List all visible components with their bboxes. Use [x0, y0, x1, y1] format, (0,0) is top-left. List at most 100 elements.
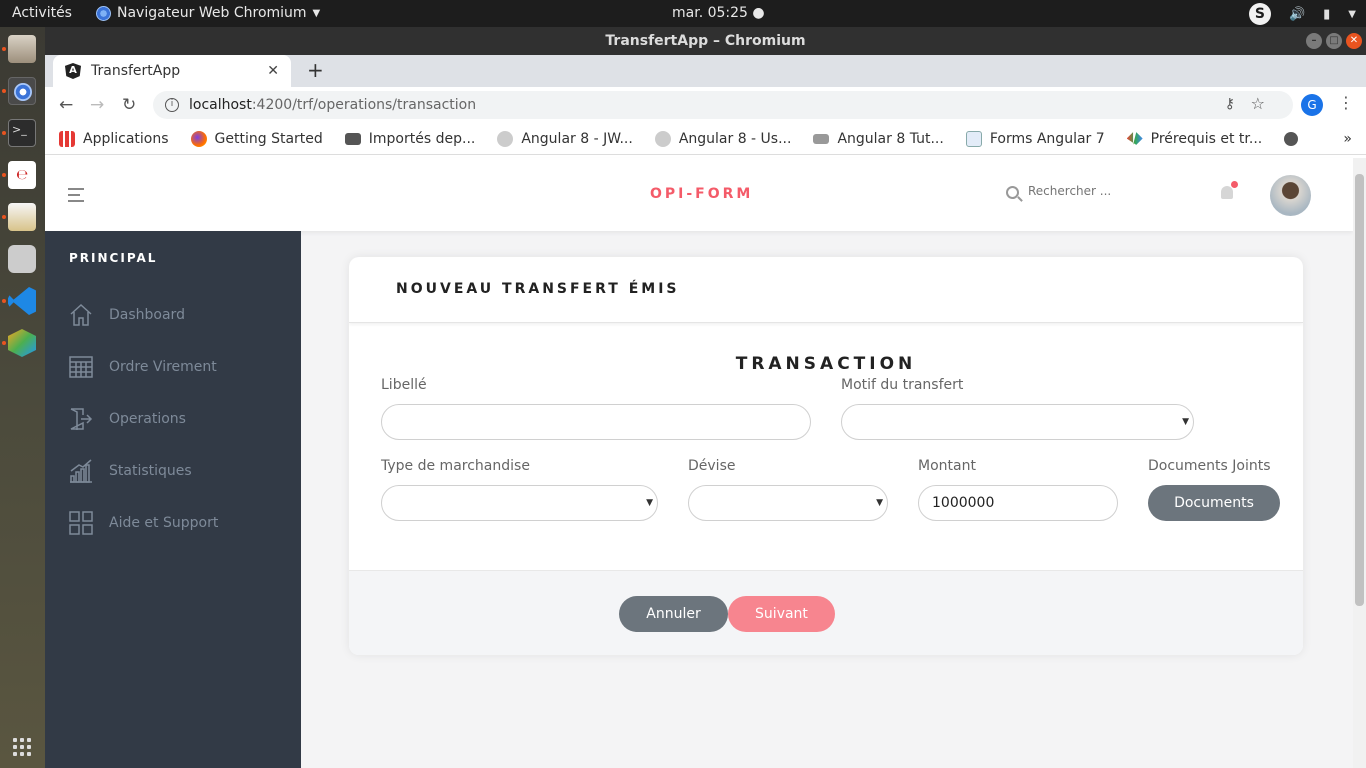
vscode-icon[interactable]: [8, 287, 36, 315]
terminal-icon[interactable]: >_: [8, 119, 36, 147]
running-indicator: [2, 173, 6, 177]
motif-select[interactable]: ▼: [841, 404, 1194, 440]
reload-icon[interactable]: ↻: [122, 95, 136, 115]
minimize-icon[interactable]: –: [1306, 33, 1322, 49]
activities-button[interactable]: Activités: [12, 5, 72, 21]
libelle-input[interactable]: [381, 404, 811, 440]
close-tab-icon[interactable]: ✕: [267, 63, 279, 79]
search-input[interactable]: [1028, 184, 1178, 198]
maximize-icon[interactable]: □: [1326, 33, 1342, 49]
angular-icon: A: [65, 63, 81, 79]
bookmark-label: Angular 8 - Us...: [678, 130, 792, 147]
globe-icon: [1284, 131, 1299, 146]
profile-avatar[interactable]: G: [1301, 94, 1323, 116]
sidebar-item-label: Operations: [109, 411, 186, 427]
bookmark-item[interactable]: Importés dep...: [344, 130, 476, 147]
back-icon[interactable]: ←: [59, 95, 73, 115]
bookmark-item[interactable]: Getting Started: [190, 130, 323, 147]
folder-icon: [344, 132, 361, 145]
bookmark-label: Getting Started: [214, 130, 323, 147]
page-scrollbar[interactable]: [1353, 158, 1366, 768]
bookmark-label: Forms Angular 7: [989, 130, 1105, 147]
tab-strip: A TransfertApp ✕ +: [45, 55, 1366, 87]
running-indicator: [2, 47, 6, 51]
bookmark-item[interactable]: Angular 8 - JW...: [497, 130, 633, 147]
sidebar-item-aide-support[interactable]: Aide et Support: [69, 511, 218, 535]
new-tab-icon[interactable]: +: [307, 58, 324, 82]
bookmark-label: Angular 8 - JW...: [521, 130, 633, 147]
sidebar-item-label: Dashboard: [109, 307, 185, 323]
text-editor-icon[interactable]: [8, 203, 36, 231]
clock[interactable]: mar. 05:25 ●: [672, 5, 765, 21]
app-menu-label: Navigateur Web Chromium: [117, 5, 307, 21]
url-path: :4200/trf/operations/transaction: [251, 97, 477, 113]
camera-icon[interactable]: [8, 245, 36, 273]
editor-icon[interactable]: ℮: [8, 161, 36, 189]
next-button[interactable]: Suivant: [728, 596, 835, 632]
user-avatar[interactable]: [1270, 175, 1311, 216]
bell-icon[interactable]: [1221, 186, 1233, 199]
bookmark-item[interactable]: Prérequis et tr...: [1126, 131, 1262, 147]
running-indicator: [2, 131, 6, 135]
clock-label: mar. 05:25: [672, 5, 748, 21]
files-icon[interactable]: [8, 35, 36, 63]
forward-icon[interactable]: →: [90, 95, 104, 115]
volume-icon[interactable]: 🔊: [1289, 7, 1305, 22]
url-host: localhost: [189, 97, 252, 113]
app-viewport: OPI-FORM PRINCIPAL Dashboard Ordre Virem…: [45, 158, 1366, 768]
sidebar-item-ordre-virement[interactable]: Ordre Virement: [69, 355, 217, 379]
documents-label: Documents Joints: [1148, 458, 1271, 474]
motif-label: Motif du transfert: [841, 377, 964, 393]
bookmark-item[interactable]: Forms Angular 7: [965, 130, 1105, 147]
show-applications-icon[interactable]: [13, 738, 31, 756]
window-controls: – □ ✕: [1306, 33, 1362, 49]
documents-button[interactable]: Documents: [1148, 485, 1280, 521]
bookmark-label: Importés dep...: [368, 130, 476, 147]
card-footer: Annuler Suivant: [349, 570, 1303, 655]
home-icon: [70, 303, 92, 326]
scrollbar-thumb[interactable]: [1355, 174, 1364, 606]
bookmarks-bar: Applications Getting Started Importés de…: [45, 123, 1366, 155]
apps-grid-icon: [59, 130, 75, 147]
sidebar-section-title: PRINCIPAL: [69, 251, 158, 265]
avatar-icon: [497, 130, 514, 147]
box-app-icon[interactable]: [8, 329, 36, 357]
address-bar[interactable]: i localhost:4200/trf/operations/transact…: [153, 91, 1293, 119]
firefox-icon: [190, 130, 207, 147]
sidebar-item-dashboard[interactable]: Dashboard: [69, 303, 185, 327]
bookmark-item[interactable]: [1284, 131, 1306, 146]
brand-logo[interactable]: OPI-FORM: [650, 186, 753, 202]
app-menu[interactable]: Navigateur Web Chromium ▼: [96, 5, 320, 21]
menu-kebab-icon[interactable]: ⋮: [1338, 93, 1354, 112]
doc-icon: [965, 130, 982, 147]
menu-toggle-icon[interactable]: [68, 188, 84, 206]
window-titlebar[interactable]: TransfertApp – Chromium – □ ✕: [45, 27, 1366, 55]
skype-icon[interactable]: S: [1248, 3, 1271, 25]
info-icon[interactable]: i: [165, 98, 179, 112]
montant-label: Montant: [918, 458, 976, 474]
system-tray: S 🔊 ▮ ▼: [1248, 3, 1356, 25]
sidebar-item-label: Aide et Support: [109, 515, 219, 531]
section-title: TRANSACTION: [735, 354, 917, 374]
caret-down-icon[interactable]: ▼: [1348, 9, 1356, 20]
search-icon: [1006, 186, 1019, 199]
type-marchandise-select[interactable]: ▼: [381, 485, 658, 521]
sidebar-item-statistiques[interactable]: Statistiques: [69, 459, 192, 483]
bookmark-item[interactable]: Angular 8 - Us...: [654, 130, 792, 147]
devise-select[interactable]: ▼: [688, 485, 888, 521]
battery-icon[interactable]: ▮: [1323, 7, 1330, 22]
bookmark-item[interactable]: Angular 8 Tut...: [813, 131, 944, 147]
card-title: NOUVEAU TRANSFERT ÉMIS: [396, 281, 680, 297]
close-window-icon[interactable]: ✕: [1346, 33, 1362, 49]
key-icon[interactable]: ⚷: [1225, 96, 1235, 112]
notification-badge: [1231, 181, 1238, 188]
bookmark-item[interactable]: Applications: [59, 130, 169, 147]
bookmarks-overflow-icon[interactable]: »: [1343, 131, 1352, 147]
montant-input[interactable]: 1000000: [918, 485, 1118, 521]
chromium-icon[interactable]: [8, 77, 36, 105]
sidebar-item-operations[interactable]: Operations: [69, 407, 186, 431]
sidebar-item-label: Statistiques: [109, 463, 192, 479]
browser-tab[interactable]: A TransfertApp ✕: [53, 55, 291, 87]
bookmark-star-icon[interactable]: ☆: [1251, 94, 1265, 113]
cancel-button[interactable]: Annuler: [619, 596, 728, 632]
